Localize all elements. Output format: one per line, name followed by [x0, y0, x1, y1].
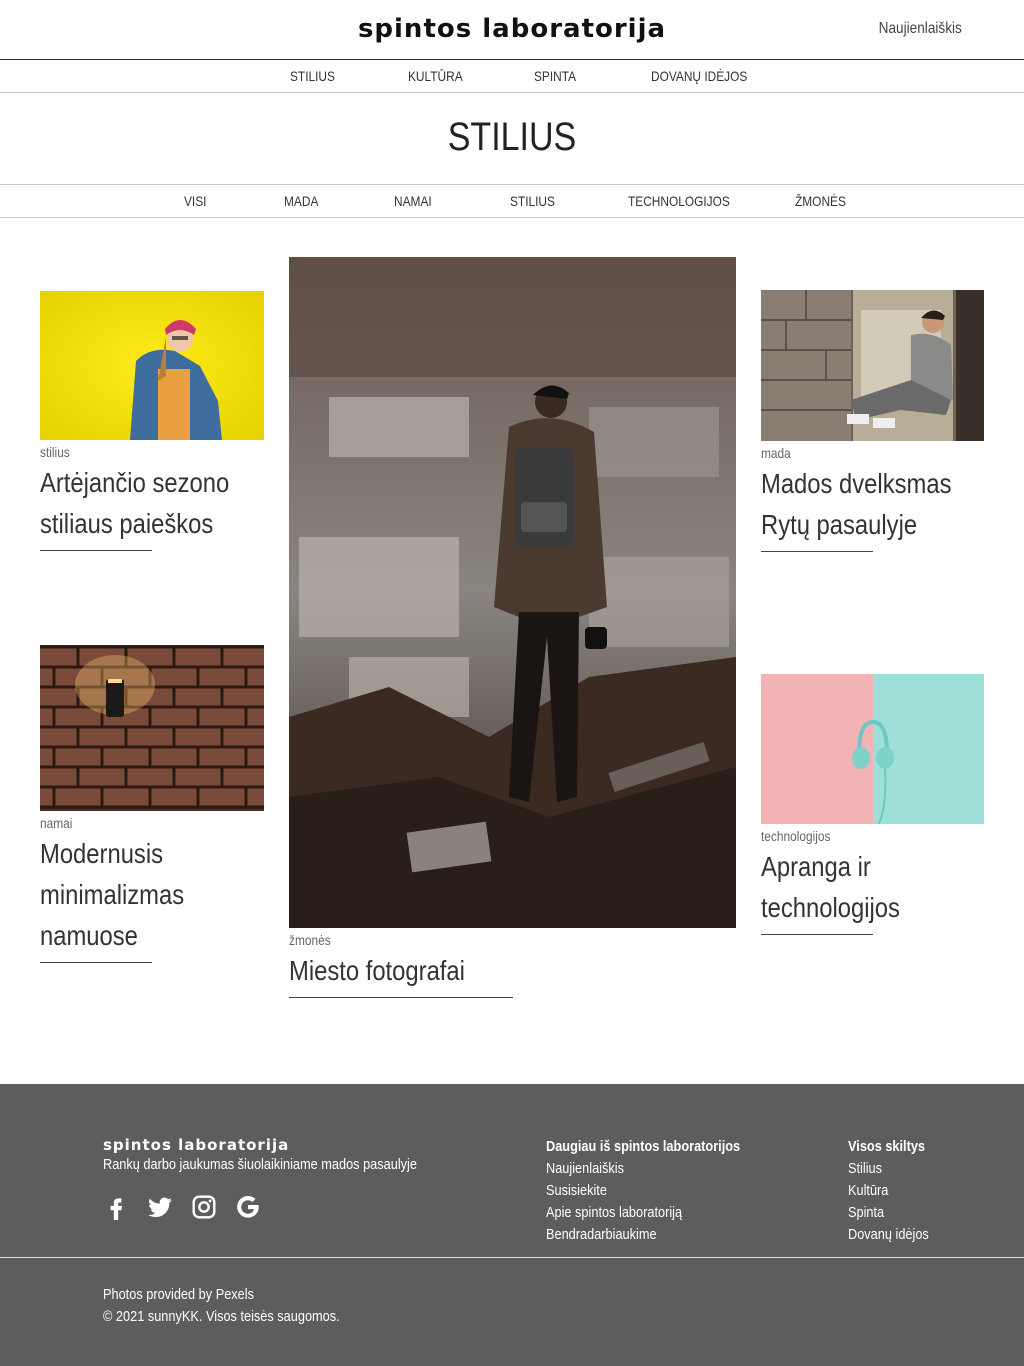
nav-item-dovanu-idejos[interactable]: DOVANŲ IDĖJOS — [651, 68, 747, 84]
article-image-brick-wall-lamp[interactable] — [40, 645, 264, 811]
footer-link-dovanu-idejos[interactable]: Dovanų idėjos — [848, 1224, 929, 1246]
title-underline — [40, 962, 152, 963]
social-links — [103, 1194, 261, 1220]
article-image-photographer-city[interactable] — [289, 257, 736, 928]
title-underline — [761, 551, 873, 552]
article-category: namai — [40, 815, 73, 831]
footer-link-stilius[interactable]: Stilius — [848, 1158, 929, 1180]
filter-technologijos[interactable]: TECHNOLOGIJOS — [628, 193, 730, 209]
footer-logo[interactable]: spintos laboratorija — [103, 1136, 289, 1154]
article-title[interactable]: Artėjančio sezono stiliaus paieškos — [40, 462, 265, 544]
footer-link-spinta[interactable]: Spinta — [848, 1202, 929, 1224]
nav-item-stilius[interactable]: STILIUS — [290, 68, 335, 84]
filter-mada[interactable]: MADA — [284, 193, 318, 209]
site-header: spintos laboratorija Naujienlaiškis — [0, 0, 1024, 60]
newsletter-link[interactable]: Naujienlaiškis — [879, 20, 962, 38]
article-title[interactable]: Apranga ir technologijos — [761, 846, 985, 928]
footer-link-newsletter[interactable]: Naujienlaiškis — [546, 1158, 740, 1180]
title-underline — [289, 997, 513, 998]
article-image-headphones-pastel[interactable] — [761, 674, 984, 824]
facebook-icon[interactable] — [103, 1194, 129, 1220]
copyright: © 2021 sunnyKK. Visos teisės saugomos. — [103, 1308, 340, 1325]
nav-item-kultura[interactable]: KULTŪRA — [408, 68, 463, 84]
article-image-woman-yellow-wall[interactable] — [40, 291, 264, 440]
article-category: technologijos — [761, 828, 831, 844]
title-underline — [761, 934, 873, 935]
footer-link-contact[interactable]: Susisiekite — [546, 1180, 740, 1202]
filter-visi[interactable]: VISI — [184, 193, 206, 209]
category-filter-nav: VISI MADA NAMAI STILIUS TECHNOLOGIJOS ŽM… — [0, 184, 1024, 218]
footer-divider — [0, 1257, 1024, 1258]
article-category: mada — [761, 445, 791, 461]
article-title[interactable]: Miesto fotografai — [289, 950, 737, 991]
nav-item-spinta[interactable]: SPINTA — [534, 68, 576, 84]
footer-sections-heading: Visos skiltys — [848, 1138, 926, 1155]
footer-credits: Photos provided by Pexels © 2021 sunnyKK… — [103, 1284, 340, 1328]
filter-namai[interactable]: NAMAI — [394, 193, 432, 209]
article-card-featured[interactable]: žmonės Miesto fotografai — [289, 257, 736, 998]
footer-tagline: Rankų darbo jaukumas šiuolaikiniame mado… — [103, 1156, 417, 1173]
article-card[interactable]: stilius Artėjančio sezono stiliaus paieš… — [40, 291, 264, 551]
article-card[interactable]: technologijos Apranga ir technologijos — [761, 674, 984, 935]
footer-more-column: Daugiau iš spintos laboratorijos Naujien… — [546, 1136, 740, 1246]
main-nav: STILIUS KULTŪRA SPINTA DOVANŲ IDĖJOS — [0, 60, 1024, 93]
footer-sections-column: Visos skiltys Stilius Kultūra Spinta Dov… — [848, 1136, 929, 1246]
footer-link-about[interactable]: Apie spintos laboratoriją — [546, 1202, 740, 1224]
page-title: STILIUS — [447, 115, 577, 159]
footer-more-heading: Daugiau iš spintos laboratorijos — [546, 1138, 741, 1155]
footer-link-collaborate[interactable]: Bendradarbiaukime — [546, 1224, 740, 1246]
filter-stilius[interactable]: STILIUS — [510, 193, 555, 209]
article-card[interactable]: namai Modernusis minimalizmas namuose — [40, 645, 264, 963]
google-icon[interactable] — [235, 1194, 261, 1220]
photo-credit: Photos provided by Pexels — [103, 1286, 254, 1303]
article-title[interactable]: Mados dvelksmas Rytų pasaulyje — [761, 463, 985, 545]
instagram-icon[interactable] — [191, 1194, 217, 1220]
site-logo[interactable]: spintos laboratorija — [0, 14, 1024, 44]
twitter-icon[interactable] — [147, 1194, 173, 1220]
article-category: stilius — [40, 444, 70, 460]
filter-zmones[interactable]: ŽMONĖS — [795, 193, 846, 209]
article-card[interactable]: mada Mados dvelksmas Rytų pasaulyje — [761, 290, 984, 552]
footer-link-kultura[interactable]: Kultūra — [848, 1180, 929, 1202]
site-footer: spintos laboratorija Rankų darbo jaukuma… — [0, 1084, 1024, 1366]
article-category: žmonės — [289, 932, 331, 948]
article-image-man-sitting-window[interactable] — [761, 290, 984, 441]
article-title[interactable]: Modernusis minimalizmas namuose — [40, 833, 265, 956]
title-underline — [40, 550, 152, 551]
